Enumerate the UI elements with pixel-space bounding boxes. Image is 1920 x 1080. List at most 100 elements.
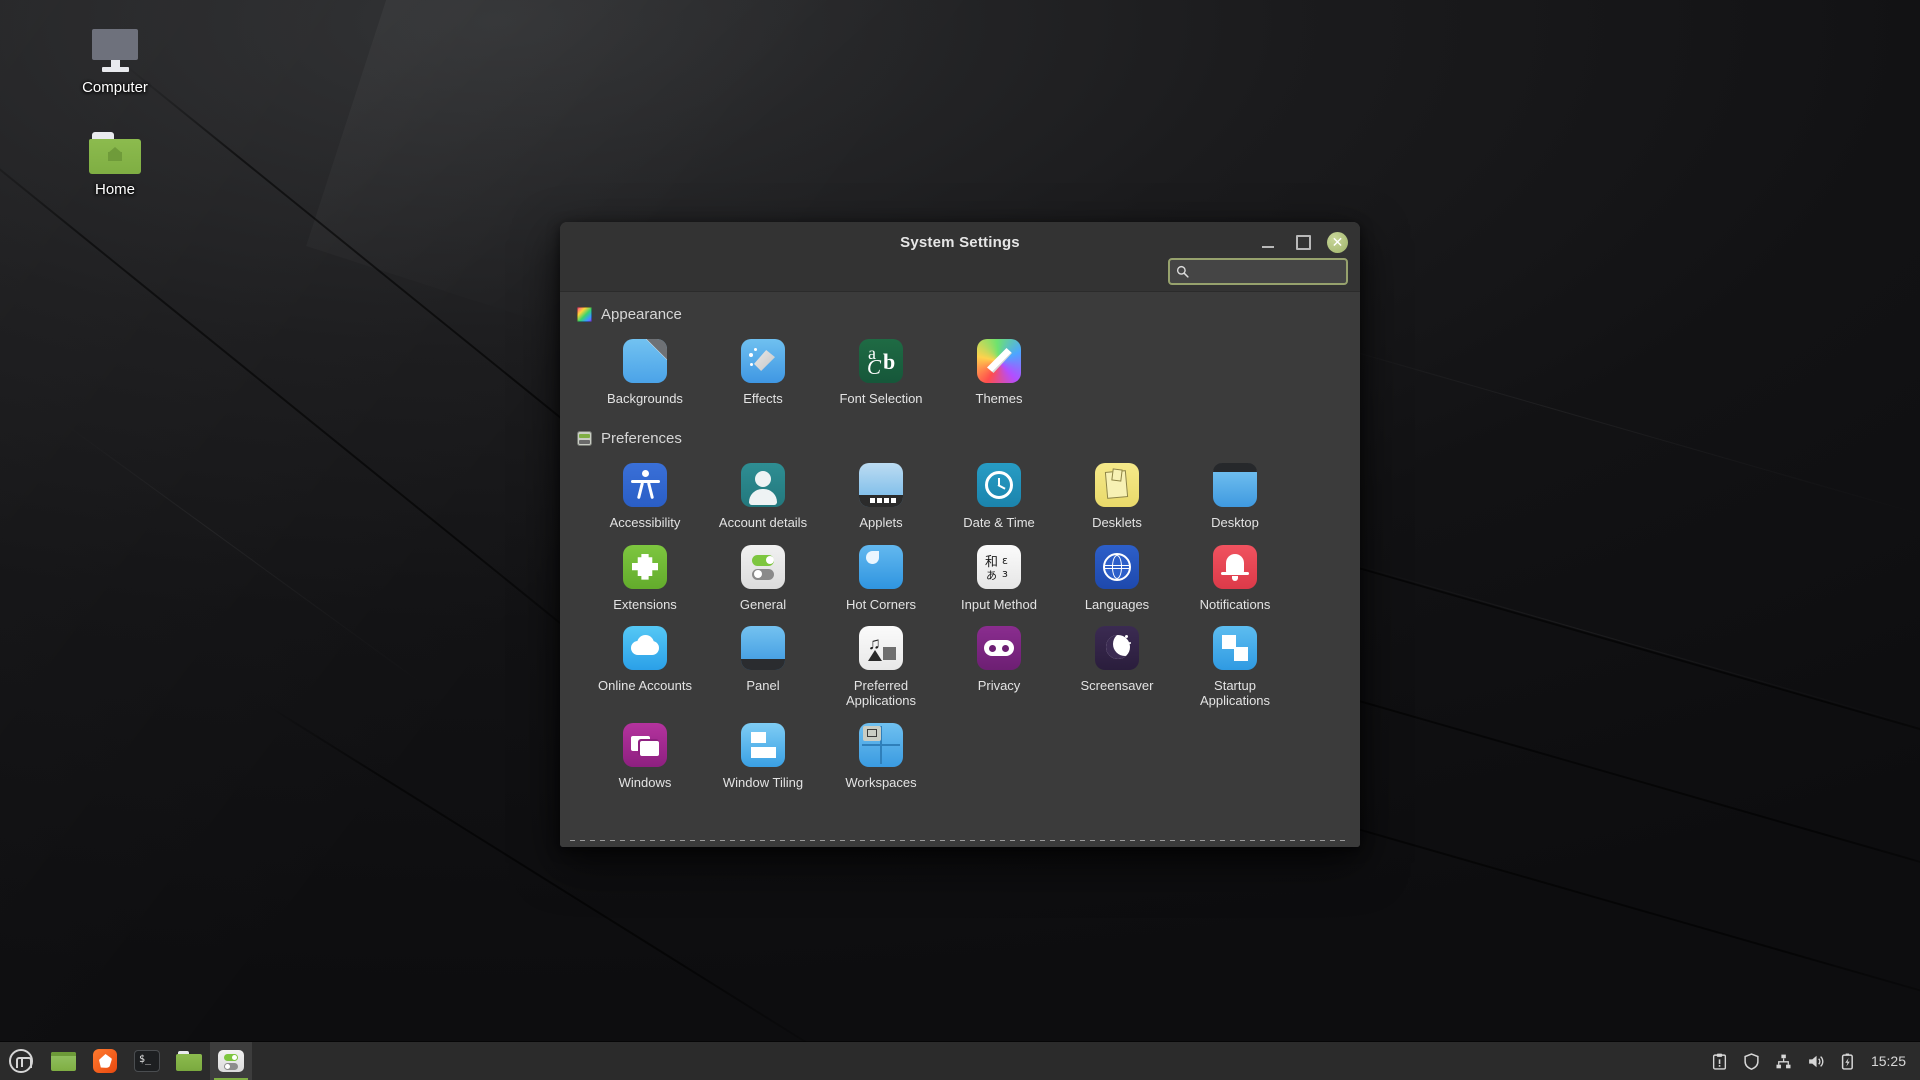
section-title: Preferences: [601, 430, 682, 448]
terminal-icon: $_: [134, 1050, 160, 1072]
settings-item-startup-applications[interactable]: Startup Applications: [1176, 622, 1294, 719]
section-header-appearance: Appearance: [560, 306, 1360, 323]
window-titlebar[interactable]: System Settings ✕: [560, 222, 1360, 292]
workspaces-grid-icon: [859, 722, 903, 767]
settings-item-screensaver[interactable]: Screensaver: [1058, 622, 1176, 719]
settings-item-hot-corners[interactable]: Hot Corners: [822, 541, 940, 622]
startup-squares-icon: [1213, 625, 1257, 670]
battery-charging-icon[interactable]: [1839, 1053, 1856, 1070]
settings-item-date-time[interactable]: Date & Time: [940, 459, 1058, 540]
settings-item-extensions[interactable]: Extensions: [586, 541, 704, 622]
settings-item-account-details[interactable]: Account details: [704, 459, 822, 540]
settings-item-label: Notifications: [1199, 596, 1271, 612]
desktop-icon-home[interactable]: Home: [60, 122, 170, 198]
settings-item-windows[interactable]: Windows: [586, 719, 704, 800]
settings-item-online-accounts[interactable]: Online Accounts: [586, 622, 704, 719]
settings-item-effects[interactable]: Effects: [704, 335, 822, 416]
clock-icon: [977, 463, 1021, 508]
clipboard-alert-icon[interactable]: [1711, 1053, 1728, 1070]
settings-item-languages[interactable]: Languages: [1058, 541, 1176, 622]
corner-icon: [859, 544, 903, 589]
speaker-icon[interactable]: [1807, 1053, 1824, 1070]
puzzle-piece-icon: [623, 544, 667, 589]
sticky-note-icon: [1095, 463, 1139, 508]
clock-label[interactable]: 15:25: [1871, 1053, 1906, 1069]
maximize-button[interactable]: [1292, 231, 1314, 253]
minimize-button[interactable]: [1257, 231, 1279, 253]
color-palette-icon: [577, 307, 592, 322]
show-desktop-button[interactable]: [42, 1042, 84, 1080]
applets-panel-icon: [859, 463, 903, 508]
section-header-preferences: Preferences: [560, 430, 1360, 447]
settings-item-panel[interactable]: Panel: [704, 622, 822, 719]
bell-icon: [1213, 544, 1257, 589]
settings-item-label: Accessibility: [609, 515, 681, 531]
magic-wand-icon: [741, 339, 785, 383]
settings-item-label: Hot Corners: [845, 596, 917, 612]
magnifier-icon: [1176, 265, 1189, 278]
search-box[interactable]: [1168, 258, 1360, 285]
settings-item-label: Desktop: [1211, 515, 1259, 531]
windows-stack-icon: [623, 722, 667, 767]
focus-outline: [570, 840, 1350, 841]
settings-item-accessibility[interactable]: Accessibility: [586, 459, 704, 540]
system-settings-launcher[interactable]: [210, 1042, 252, 1080]
settings-item-applets[interactable]: Applets: [822, 459, 940, 540]
window-tiling-icon: [741, 722, 785, 767]
sliders-panel-icon: [577, 431, 592, 447]
system-settings-window: System Settings ✕ Appearance Backgrounds…: [560, 222, 1360, 847]
settings-item-window-tiling[interactable]: Window Tiling: [704, 719, 822, 800]
settings-item-themes[interactable]: Themes: [940, 335, 1058, 416]
settings-item-desktop[interactable]: Desktop: [1176, 459, 1294, 540]
backgrounds-icon: [623, 339, 667, 383]
settings-item-label: Font Selection: [839, 391, 923, 406]
mint-menu-icon: [9, 1049, 33, 1073]
settings-item-backgrounds[interactable]: Backgrounds: [586, 335, 704, 416]
toggle-switches-icon: [741, 544, 785, 589]
settings-item-label: Effects: [743, 391, 783, 406]
media-note-icon: ♫: [859, 625, 903, 670]
settings-item-label: Privacy: [977, 677, 1021, 693]
search-input[interactable]: [1199, 264, 1360, 279]
settings-item-label: Applets: [859, 515, 903, 531]
close-button[interactable]: ✕: [1327, 231, 1348, 253]
shield-icon[interactable]: [1743, 1052, 1760, 1070]
settings-item-label: Desklets: [1092, 515, 1142, 531]
settings-item-workspaces[interactable]: Workspaces: [822, 719, 940, 800]
cloud-icon: [623, 625, 667, 670]
files-launcher[interactable]: [168, 1042, 210, 1080]
firefox-icon: [93, 1049, 117, 1073]
input-method-cjk-icon: 和 ε あ з: [977, 544, 1021, 589]
settings-item-label: Backgrounds: [607, 391, 683, 406]
settings-item-desklets[interactable]: Desklets: [1058, 459, 1176, 540]
settings-item-label: Date & Time: [963, 515, 1035, 531]
launcher-group: $_: [0, 1042, 252, 1080]
desktop-icon-label: Computer: [82, 79, 148, 96]
settings-item-notifications[interactable]: Notifications: [1176, 541, 1294, 622]
network-icon[interactable]: [1775, 1053, 1792, 1070]
settings-item-label: Input Method: [961, 596, 1037, 612]
settings-item-label: Screensaver: [1080, 677, 1154, 693]
globe-languages-icon: [1095, 544, 1139, 589]
menu-button[interactable]: [0, 1042, 42, 1080]
wallpaper-highlight: [1279, 330, 1920, 524]
settings-item-label: Window Tiling: [722, 774, 804, 790]
settings-item-label: Windows: [618, 774, 672, 790]
green-window-icon: [50, 1051, 76, 1071]
moon-stars-icon: [1095, 625, 1139, 670]
firefox-launcher[interactable]: [84, 1042, 126, 1080]
settings-item-font-selection[interactable]: abC Font Selection: [822, 335, 940, 416]
settings-item-privacy[interactable]: Privacy: [940, 622, 1058, 719]
home-folder-icon: [60, 122, 170, 174]
font-abc-icon: abC: [859, 339, 903, 383]
appearance-grid: Backgrounds Effects abC Font Selection T…: [560, 335, 1360, 416]
settings-item-general[interactable]: General: [704, 541, 822, 622]
settings-item-label: General: [739, 596, 787, 612]
terminal-launcher[interactable]: $_: [126, 1042, 168, 1080]
settings-item-label: Online Accounts: [598, 677, 692, 693]
settings-item-preferred-applications[interactable]: ♫ Preferred Applications: [822, 622, 940, 719]
settings-item-input-method[interactable]: 和 ε あ з Input Method: [940, 541, 1058, 622]
file-manager-icon: [176, 1051, 202, 1071]
desktop-icon-computer[interactable]: Computer: [60, 20, 170, 96]
wallpaper-highlight: [59, 420, 433, 692]
